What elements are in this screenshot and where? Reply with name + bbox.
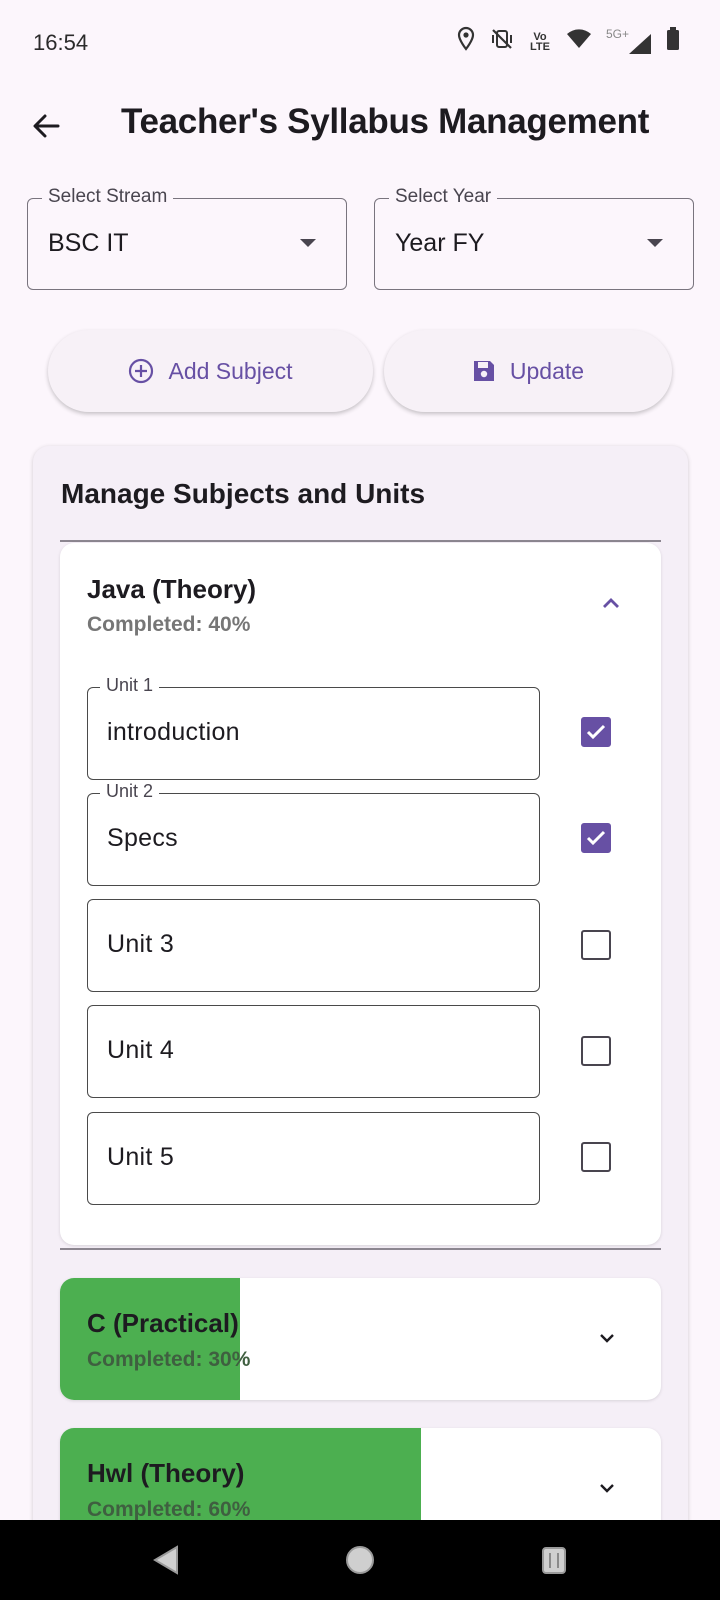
unit-5-checkbox[interactable]: [581, 1142, 611, 1172]
status-time: 16:54: [33, 30, 89, 55]
unit-label: Unit 1: [100, 675, 160, 696]
chevron-down-icon[interactable]: [599, 1480, 615, 1496]
unit-1-checkbox[interactable]: [581, 717, 611, 747]
back-button[interactable]: [26, 106, 66, 146]
chevron-up-icon: [603, 598, 619, 608]
unit-2-checkbox[interactable]: [581, 823, 611, 853]
system-nav-bar: [0, 1520, 720, 1600]
subject-completed: Completed: 60%: [87, 1498, 251, 1521]
year-select-value: Year FY: [395, 229, 485, 257]
arrow-left-icon: [33, 114, 60, 138]
recents-nav-button[interactable]: [534, 1540, 574, 1580]
add-subject-label: Add Subject: [168, 357, 293, 384]
home-circle-icon: [346, 1546, 374, 1574]
recents-icon: [542, 1547, 566, 1574]
status-icons: Vo LTE 5G+: [456, 26, 680, 57]
unit-field-5[interactable]: Unit 5: [87, 1112, 540, 1205]
collapse-toggle[interactable]: [591, 583, 631, 623]
vibrate-off-icon: [490, 27, 514, 56]
wifi-icon: [566, 28, 592, 55]
add-circle-icon: [129, 358, 154, 384]
home-nav-button[interactable]: [340, 1540, 380, 1580]
progress-fill: [60, 1278, 241, 1400]
unit-value: Unit 5: [107, 1143, 175, 1171]
subject-completed: Completed: 40%: [87, 613, 251, 636]
unit-value: Unit 3: [107, 930, 175, 958]
back-triangle-icon: [153, 1545, 178, 1575]
subjects-card: Manage Subjects and Units Java (Theory) …: [33, 446, 688, 1600]
year-select-label: Select Year: [389, 186, 498, 208]
checkmark-icon: [586, 830, 606, 846]
unit-field-4[interactable]: Unit 4: [87, 1005, 540, 1098]
stream-select-value: BSC IT: [48, 229, 129, 257]
stream-select[interactable]: Select Stream BSC IT: [27, 186, 347, 290]
save-icon: [473, 361, 494, 381]
unit-3-checkbox[interactable]: [581, 930, 611, 960]
divider: [60, 1248, 661, 1250]
update-button[interactable]: Update: [384, 330, 672, 412]
status-bar: 16:54 Vo LTE 5G+: [0, 0, 720, 84]
year-select[interactable]: Select Year Year FY: [374, 186, 694, 290]
chevron-down-icon[interactable]: [599, 1330, 615, 1346]
unit-value: Unit 4: [107, 1036, 175, 1064]
network-type-label: 5G+: [606, 26, 630, 41]
subject-panel-java: Java (Theory) Completed: 40% Unit 1 intr…: [60, 543, 661, 1245]
unit-label: Unit 2: [100, 781, 160, 802]
dropdown-arrow-icon: [647, 239, 663, 247]
location-icon: [456, 26, 476, 57]
unit-value: Specs: [107, 824, 178, 852]
divider: [60, 540, 661, 542]
card-title: Manage Subjects and Units: [61, 478, 426, 509]
stream-select-label: Select Stream: [42, 186, 174, 208]
dropdown-arrow-icon: [300, 239, 316, 247]
subject-name: C (Practical): [87, 1308, 239, 1338]
add-subject-button[interactable]: Add Subject: [48, 330, 373, 412]
subject-name: Java (Theory): [87, 574, 257, 604]
battery-icon: [666, 27, 680, 56]
subject-completed: Completed: 30%: [87, 1348, 251, 1371]
checkmark-icon: [586, 724, 606, 740]
subject-panel-c[interactable]: C (Practical) Completed: 30%: [60, 1278, 661, 1400]
unit-field-1[interactable]: Unit 1 introduction: [87, 675, 540, 780]
volte-icon: Vo LTE: [530, 30, 550, 53]
unit-field-3[interactable]: Unit 3: [87, 899, 540, 992]
subject-name: Hwl (Theory): [87, 1458, 245, 1488]
unit-4-checkbox[interactable]: [581, 1036, 611, 1066]
page-title: Teacher's Syllabus Management: [121, 102, 650, 141]
app-bar: Teacher's Syllabus Management: [0, 84, 720, 168]
unit-value: introduction: [107, 718, 240, 746]
back-nav-button[interactable]: [146, 1540, 186, 1580]
unit-field-2[interactable]: Unit 2 Specs: [87, 781, 540, 886]
signal-5g-icon: 5G+: [606, 26, 652, 55]
update-label: Update: [509, 357, 585, 384]
